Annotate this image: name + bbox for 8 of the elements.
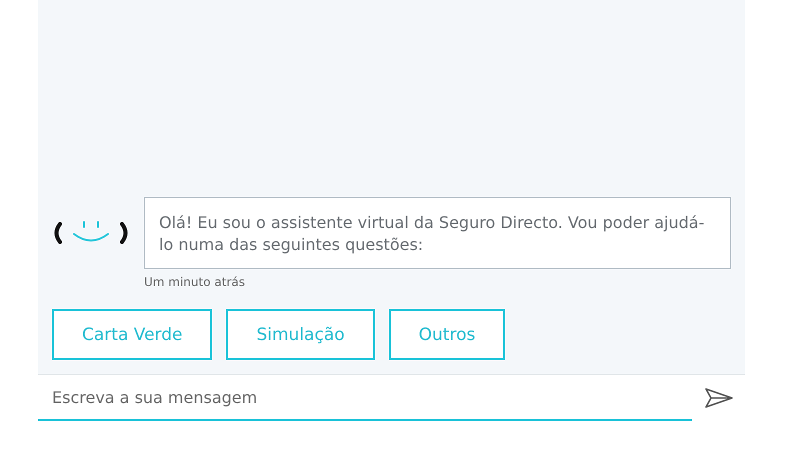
message-bubble: Olá! Eu sou o assistente virtual da Seguro Directo. Vou poder ajudá-lo numa das seguintes questões:	[144, 197, 731, 269]
quick-reply-button[interactable]: Outros	[388, 309, 506, 360]
message-input[interactable]: Escreva a sua mensagem	[38, 375, 692, 421]
quick-reply-button[interactable]: Carta Verde	[52, 309, 212, 360]
quick-reply-button[interactable]: Simulação	[226, 309, 375, 360]
smiley-icon	[52, 219, 130, 247]
send-icon[interactable]	[704, 387, 734, 409]
message-time: Um minuto atrás	[144, 275, 246, 289]
